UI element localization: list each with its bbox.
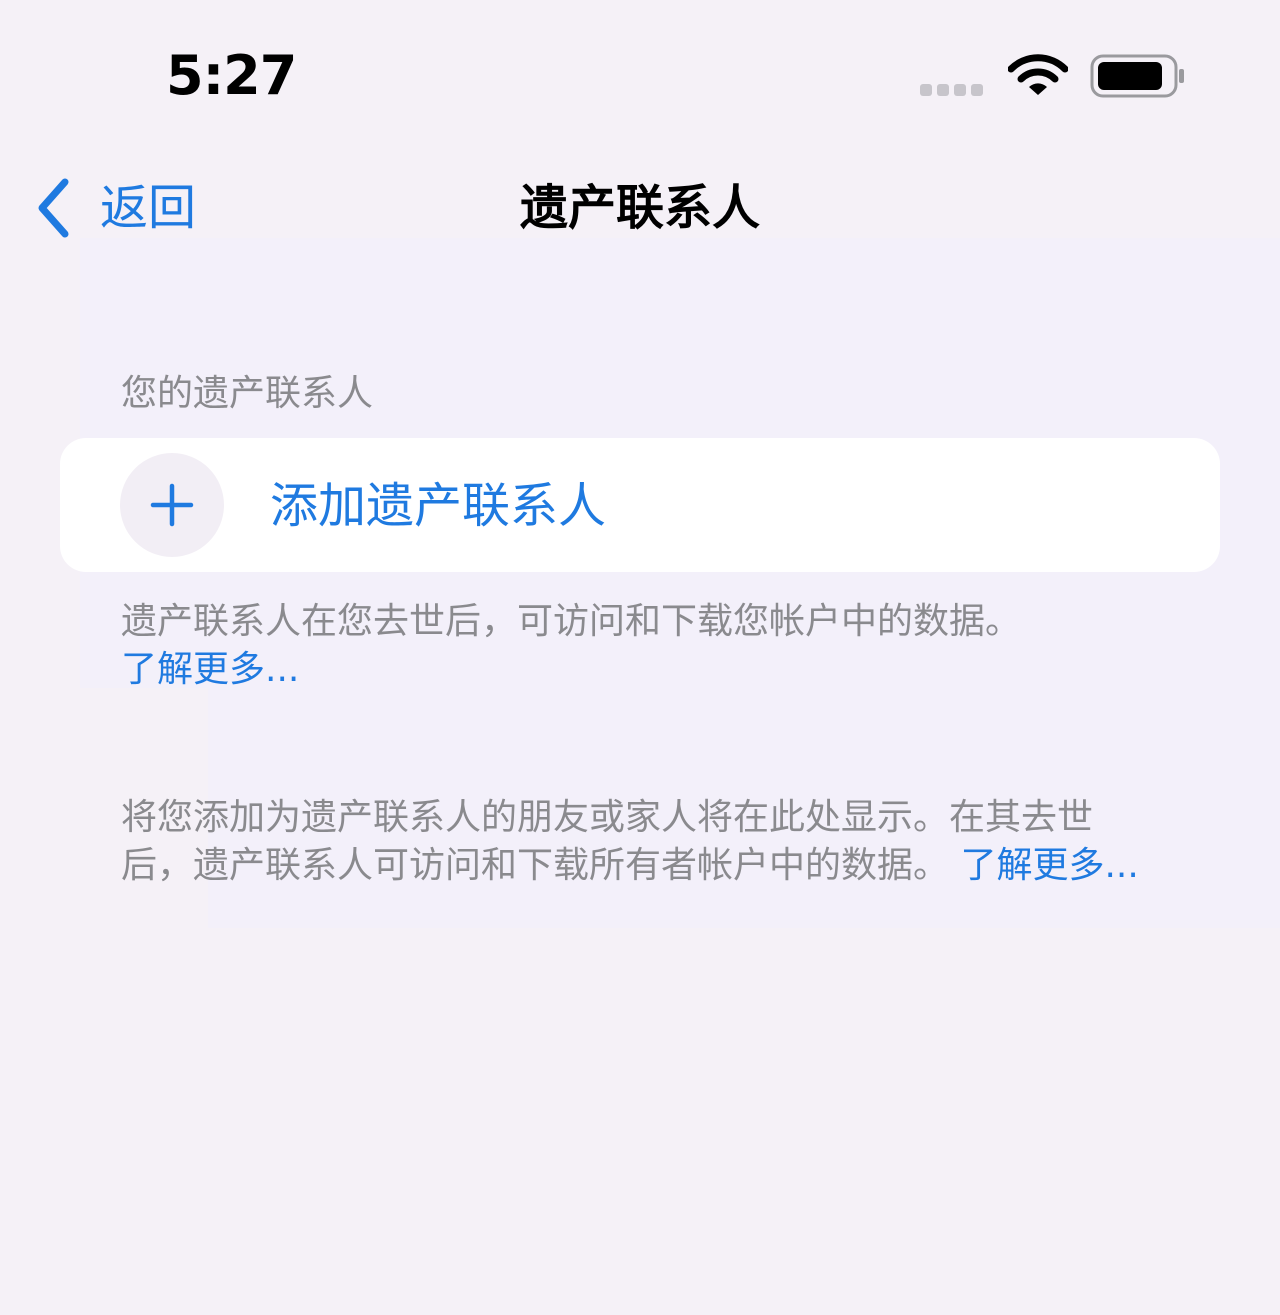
plus-circle (120, 453, 224, 557)
info-text-block: 将您添加为遗产联系人的朋友或家人将在此处显示。在其去世后，遗产联系人可访问和下载… (121, 794, 1161, 890)
section-header: 您的遗产联系人 (121, 373, 374, 414)
status-time: 5:27 (166, 44, 297, 107)
plus-icon (150, 483, 194, 527)
add-legacy-contact-label: 添加遗产联系人 (270, 478, 607, 534)
section-footer: 遗产联系人在您去世后，可访问和下载您帐户中的数据。 了解更多... (121, 598, 1221, 694)
page-title: 遗产联系人 (519, 180, 760, 236)
wifi-icon (1008, 54, 1068, 95)
add-legacy-contact-button[interactable]: 添加遗产联系人 (60, 438, 1220, 572)
info-text: 将您添加为遗产联系人的朋友或家人将在此处显示。在其去世后，遗产联系人可访问和下载… (121, 797, 1094, 886)
cellular-signal-icon (920, 84, 983, 96)
legacy-contacts-card: 添加遗产联系人 (60, 438, 1220, 572)
battery-icon (1090, 54, 1184, 98)
learn-more-link[interactable]: 了解更多... (121, 649, 299, 690)
learn-more-link-2[interactable]: 了解更多... (960, 845, 1138, 886)
section-footer-text: 遗产联系人在您去世后，可访问和下载您帐户中的数据。 (121, 601, 1022, 642)
